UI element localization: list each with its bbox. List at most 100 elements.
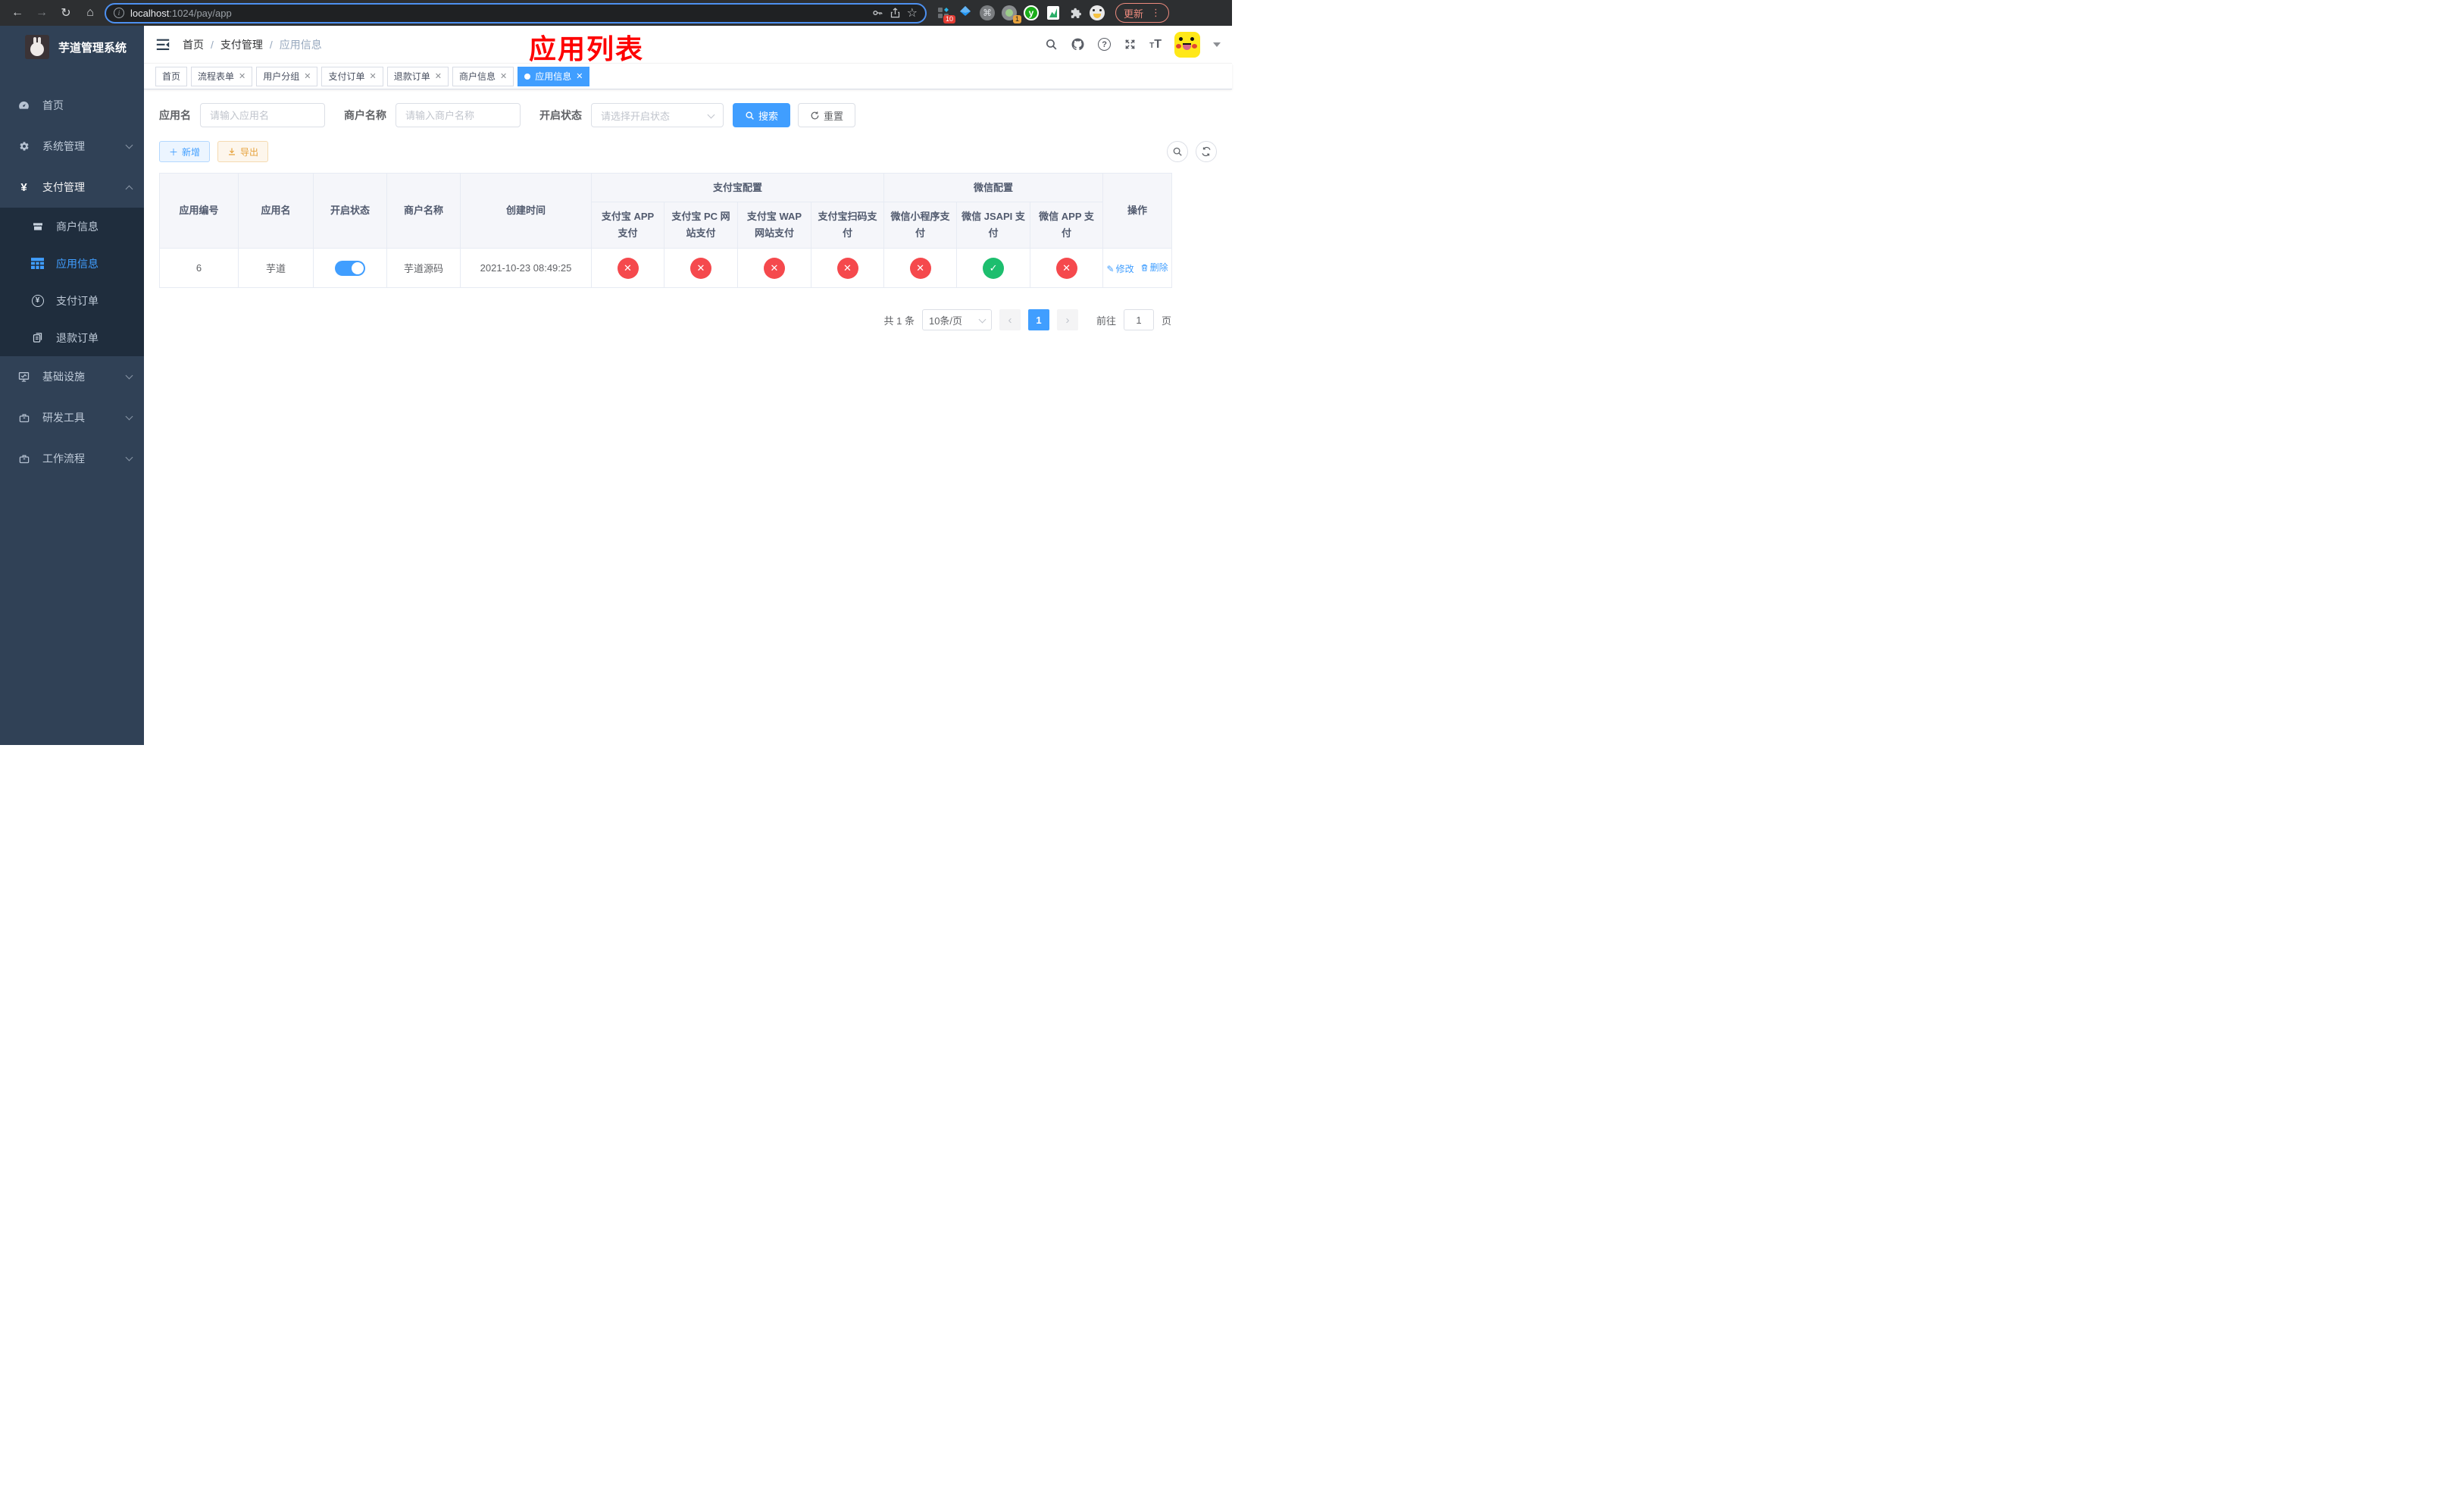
fullscreen-icon[interactable]: [1124, 38, 1137, 51]
tab-merchant-info[interactable]: 商户信息 ✕: [452, 66, 514, 86]
site-info-icon[interactable]: i: [114, 8, 124, 18]
avatar[interactable]: [1174, 31, 1200, 58]
status-x-icon: ✕: [690, 257, 711, 279]
close-icon[interactable]: ✕: [304, 71, 311, 81]
extension-notes-icon[interactable]: [1046, 5, 1061, 20]
close-icon[interactable]: ✕: [435, 71, 442, 81]
status-select[interactable]: 请选择开启状态: [591, 103, 724, 127]
trash-icon: [1141, 264, 1147, 271]
delete-link[interactable]: 删除: [1140, 261, 1168, 274]
close-icon[interactable]: ✕: [500, 71, 507, 81]
page-size-select[interactable]: 10条/页: [921, 309, 992, 330]
sidebar-item-infrastructure[interactable]: 基础设施: [0, 356, 144, 397]
cell-status: [313, 248, 387, 288]
address-bar[interactable]: i localhost:1024/pay/app ☆: [105, 2, 927, 23]
tab-label: 商户信息: [458, 71, 496, 82]
breadcrumb-separator: /: [211, 38, 214, 51]
delete-label: 删除: [1149, 262, 1168, 273]
browser-home-button[interactable]: ⌂: [80, 3, 100, 23]
app-name-input[interactable]: [200, 103, 325, 127]
goto-page-input[interactable]: [1123, 309, 1154, 330]
page-size-value: 10条/页: [928, 315, 963, 327]
close-icon[interactable]: ✕: [576, 71, 583, 81]
table-tools: [1167, 141, 1217, 162]
status-toggle[interactable]: [335, 260, 365, 276]
extensions-puzzle-icon[interactable]: [1068, 5, 1083, 20]
add-button[interactable]: ＋ 新增: [159, 141, 211, 162]
bookmark-star-icon[interactable]: ☆: [907, 5, 918, 20]
sidebar-item-label: 研发工具: [42, 412, 85, 424]
browser-menu-icon[interactable]: ⋮: [1151, 7, 1161, 19]
sidebar-item-pay-orders[interactable]: ¥ 支付订单: [0, 282, 144, 319]
sidebar-item-dev-tools[interactable]: 研发工具: [0, 397, 144, 438]
search-button[interactable]: 搜索: [733, 103, 791, 127]
app-logo-row[interactable]: 芋道管理系统: [0, 26, 144, 68]
update-label: 更新: [1124, 8, 1144, 20]
sidebar-item-refund-orders[interactable]: 退款订单: [0, 319, 144, 356]
share-icon[interactable]: [890, 7, 901, 19]
tab-app-info[interactable]: 应用信息 ✕: [518, 66, 590, 86]
pagination: 共 1 条 10条/页 ‹ 1 › 前往 页: [159, 309, 1171, 330]
edit-link[interactable]: ✎ 修改: [1107, 262, 1134, 275]
sidebar-item-app-info[interactable]: 应用信息: [0, 245, 144, 282]
chevron-down-icon: [125, 412, 133, 421]
browser-forward-button[interactable]: →: [32, 3, 52, 23]
sidebar-submenu-payment: 商户信息 应用信息 ¥ 支付订单 退款订单: [0, 208, 144, 356]
apps-table: 应用编号 应用名 开启状态 商户名称 创建时间 支付宝配置 微信配置 操作 支付…: [159, 173, 1173, 288]
extension-kite-icon[interactable]: [958, 5, 973, 20]
page-1-button[interactable]: 1: [1027, 309, 1049, 330]
status-select-placeholder: 请选择开启状态: [601, 110, 671, 122]
search-icon[interactable]: [1045, 38, 1058, 51]
tab-pay-orders[interactable]: 支付订单 ✕: [321, 66, 383, 86]
help-icon[interactable]: ?: [1098, 38, 1112, 51]
extension-grid-icon[interactable]: 10: [936, 5, 955, 23]
pagination-total: 共 1 条: [883, 315, 915, 327]
close-icon[interactable]: ✕: [370, 71, 377, 81]
col-header-actions: 操作: [1102, 173, 1173, 249]
show-search-button[interactable]: [1167, 141, 1188, 162]
refresh-table-button[interactable]: [1196, 141, 1217, 162]
breadcrumb-payment[interactable]: 支付管理: [220, 37, 263, 52]
password-key-icon[interactable]: [871, 7, 883, 19]
extension-command-icon[interactable]: ⌘: [980, 5, 995, 20]
sidebar-item-home[interactable]: 首页: [0, 85, 144, 126]
sidebar-item-payment[interactable]: ¥ 支付管理: [0, 167, 144, 208]
tab-label: 首页: [162, 71, 181, 82]
font-size-icon[interactable]: TT: [1149, 38, 1162, 52]
export-button[interactable]: 导出: [217, 141, 269, 162]
sidebar-item-workflow[interactable]: 工作流程: [0, 438, 144, 479]
sidebar-collapse-icon[interactable]: [155, 38, 170, 52]
red-annotation-text: 应用列表: [529, 33, 645, 64]
sidebar-item-merchant-info[interactable]: 商户信息: [0, 208, 144, 245]
col-header-app-name: 应用名: [238, 173, 314, 249]
tab-home[interactable]: 首页: [155, 66, 188, 86]
extension-y-icon[interactable]: y: [1024, 5, 1039, 20]
extension-recorder-icon[interactable]: 1: [1002, 5, 1021, 23]
browser-reload-button[interactable]: ↻: [56, 3, 76, 23]
tab-label: 退款订单: [393, 71, 430, 82]
col-header-channel: 微信 APP 支付: [1030, 202, 1104, 249]
github-icon[interactable]: [1071, 37, 1085, 52]
sidebar-item-label: 基础设施: [42, 371, 85, 383]
chevron-down-icon: [978, 315, 987, 323]
extension-emoji-icon[interactable]: [1090, 5, 1105, 20]
prev-page-button[interactable]: ‹: [999, 309, 1021, 330]
page-content: 应用名 商户名称 开启状态 请选择开启状态 搜索 重置: [144, 89, 1232, 745]
chevron-down-icon[interactable]: [1213, 42, 1221, 47]
search-icon: [746, 111, 754, 120]
browser-back-button[interactable]: ←: [8, 3, 27, 23]
tab-process-form[interactable]: 流程表单 ✕: [191, 66, 253, 86]
reset-button[interactable]: 重置: [798, 103, 856, 127]
next-page-button[interactable]: ›: [1056, 309, 1078, 330]
merchant-name-input[interactable]: [396, 103, 521, 127]
tab-user-group[interactable]: 用户分组 ✕: [256, 66, 318, 86]
tab-refund-orders[interactable]: 退款订单 ✕: [386, 66, 449, 86]
browser-update-button[interactable]: 更新 ⋮: [1115, 3, 1170, 23]
close-icon[interactable]: ✕: [239, 71, 245, 81]
breadcrumb-home[interactable]: 首页: [183, 37, 204, 52]
sidebar-item-label: 支付管理: [42, 181, 85, 193]
status-x-icon: ✕: [836, 257, 858, 279]
cell-channel-wx-app: ✕: [1030, 248, 1104, 288]
sidebar-item-system[interactable]: 系统管理: [0, 126, 144, 167]
chevron-down-icon: [125, 453, 133, 462]
